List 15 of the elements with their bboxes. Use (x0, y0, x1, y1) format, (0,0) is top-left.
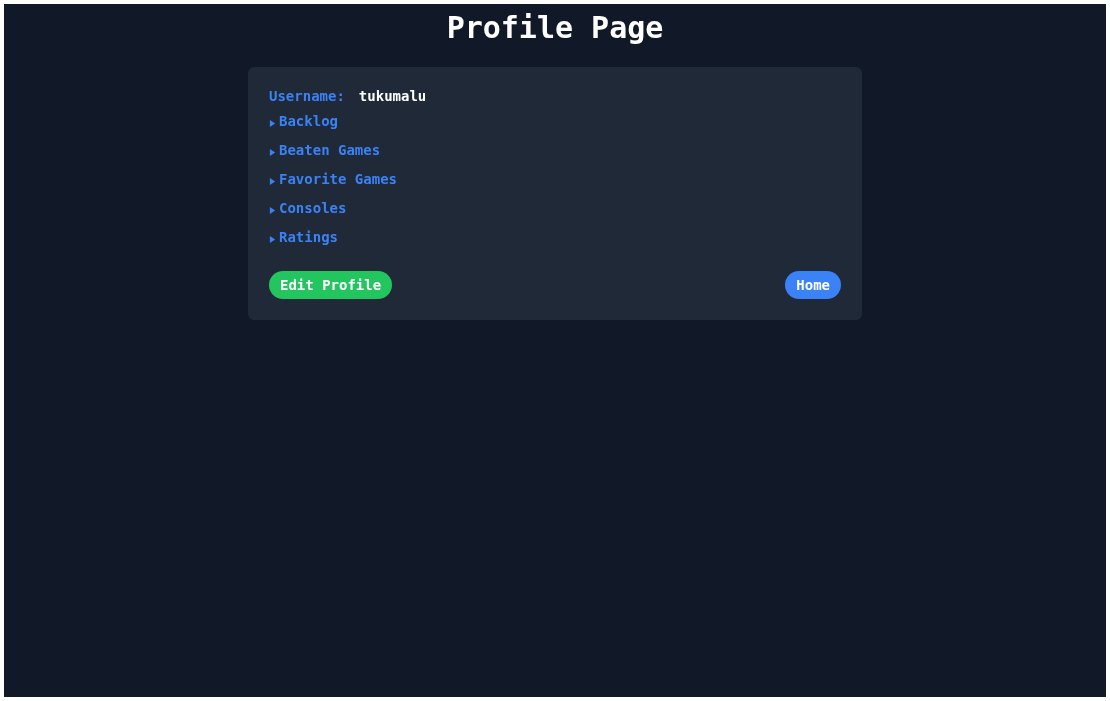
section-toggle[interactable]: Ratings (269, 228, 338, 246)
caret-icon (269, 206, 276, 214)
username-label: Username: (269, 87, 345, 106)
section-toggle[interactable]: Beaten Games (269, 141, 381, 159)
caret-icon (269, 148, 276, 156)
home-button[interactable]: Home (785, 271, 841, 299)
caret-icon (269, 235, 276, 243)
page-title: Profile Page (445, 9, 665, 46)
section-toggle[interactable]: Favorite Games (269, 170, 397, 188)
caret-icon (269, 177, 276, 185)
caret-icon (269, 119, 276, 127)
username-value: tukumalu (358, 87, 427, 106)
edit-profile-button[interactable]: Edit Profile (269, 271, 393, 299)
section-toggle[interactable]: Consoles (269, 199, 347, 217)
section-toggle[interactable]: Backlog (269, 112, 338, 130)
